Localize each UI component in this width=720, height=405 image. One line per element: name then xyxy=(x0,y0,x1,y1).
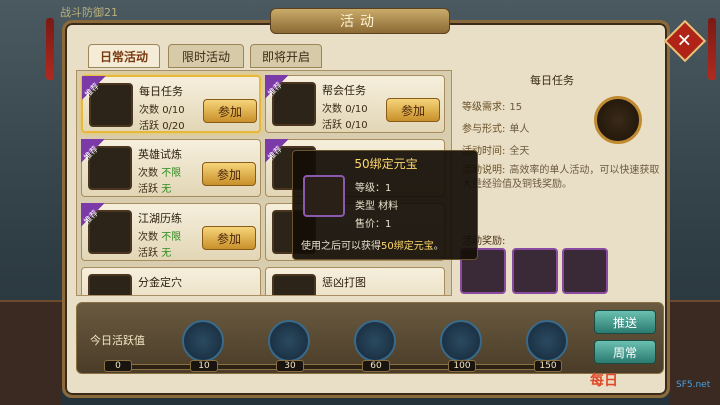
activity-count: 次数 不限 xyxy=(138,232,182,243)
activity-card-chengxiong[interactable]: 惩凶打图 次数 xyxy=(265,267,445,295)
weekly-button[interactable]: 周常 xyxy=(594,340,656,364)
fenjin-icon xyxy=(88,274,132,295)
milestone-label: 100 xyxy=(448,360,476,372)
activity-name: 每日任务 xyxy=(139,85,183,98)
watermark-text: 每日 xyxy=(590,373,618,389)
milestone-10-icon[interactable] xyxy=(182,320,224,362)
milestone-label: 0 xyxy=(104,360,132,372)
milestone-60-icon[interactable] xyxy=(354,320,396,362)
tooltip-desc: 使用之后可以获得50绑定元宝。 xyxy=(301,241,444,252)
activity-card-guild-task[interactable]: 推荐 帮会任务 次数 0/10 活跃 0/10 参加 xyxy=(265,75,445,133)
activity-name: 帮会任务 xyxy=(322,84,366,97)
activity-count: 次数 0/10 xyxy=(139,105,185,116)
activity-card-hero-trial[interactable]: 推荐 英雄试炼 次数 不限 活跃 无 参加 xyxy=(81,139,261,197)
detail-title: 每日任务 xyxy=(530,74,574,87)
hud-top-text: 战斗防御21 xyxy=(60,6,118,19)
join-button[interactable]: 参加 xyxy=(203,99,257,123)
window-title: 活动 xyxy=(270,8,450,34)
tassel-left-icon xyxy=(46,18,54,80)
reward-chest-icon[interactable] xyxy=(562,248,608,294)
tassel-right-icon xyxy=(708,18,716,80)
tooltip-title: 50绑定元宝 xyxy=(354,157,418,171)
recommend-badge: 推荐 xyxy=(81,139,105,163)
activity-name: 分金定穴 xyxy=(138,276,182,289)
activity-name: 英雄试炼 xyxy=(138,148,182,161)
recommend-badge: 推荐 xyxy=(82,76,106,100)
detail-form: 参与形式: 单人 xyxy=(462,124,530,135)
activity-label: 今日活跃值 xyxy=(90,334,145,347)
activity-active: 活跃 0/20 xyxy=(139,121,185,132)
join-button[interactable]: 参加 xyxy=(386,98,440,122)
activity-card-daily-task[interactable]: 推荐 每日任务 次数 0/10 活跃 0/20 参加 xyxy=(81,75,261,133)
milestone-label: 30 xyxy=(276,360,304,372)
activity-count: 次数 xyxy=(138,292,158,295)
activity-count: 次数 0/10 xyxy=(322,104,368,115)
activity-name: 江湖历练 xyxy=(138,212,182,225)
activity-active: 活跃 0/10 xyxy=(322,120,368,131)
milestone-100-icon[interactable] xyxy=(440,320,482,362)
activity-name: 惩凶打图 xyxy=(322,276,366,289)
detail-desc: 活动说明: 高效率的单人活动，可以快速获取大量经验值及铜钱奖励。 xyxy=(462,165,660,190)
activity-card-jianghu[interactable]: 推荐 江湖历练 次数 不限 活跃 无 参加 xyxy=(81,203,261,261)
milestone-150-icon[interactable] xyxy=(526,320,568,362)
milestone-30-icon[interactable] xyxy=(268,320,310,362)
background-roof-left xyxy=(0,300,62,405)
milestone-label: 10 xyxy=(190,360,218,372)
milestone-label: 60 xyxy=(362,360,390,372)
activity-count: 次数 xyxy=(322,292,342,295)
watermark-site: SF5.net xyxy=(676,380,711,390)
close-button[interactable]: ✕ xyxy=(663,19,707,63)
join-button[interactable]: 参加 xyxy=(202,226,256,250)
activity-track xyxy=(118,364,558,370)
tooltip-level: 等级：1 xyxy=(355,183,392,194)
activity-active: 活跃 无 xyxy=(138,248,172,259)
detail-level: 等级需求: 15 xyxy=(462,102,523,113)
tab-limited[interactable]: 限时活动 xyxy=(168,44,244,68)
tooltip-type: 类型 材料 xyxy=(355,201,399,212)
gold-ingot-icon xyxy=(303,175,345,217)
join-button[interactable]: 参加 xyxy=(202,162,256,186)
activity-active: 活跃 无 xyxy=(138,184,172,195)
recommend-badge: 推荐 xyxy=(81,203,105,227)
reward-coins-icon[interactable] xyxy=(512,248,558,294)
tab-upcoming[interactable]: 即将开启 xyxy=(250,44,322,68)
close-icon: ✕ xyxy=(677,30,693,52)
milestone-label: 150 xyxy=(534,360,562,372)
tab-daily[interactable]: 日常活动 xyxy=(88,44,160,68)
recommend-badge: 推荐 xyxy=(265,139,289,163)
chengxiong-icon xyxy=(272,274,316,295)
push-button[interactable]: 推送 xyxy=(594,310,656,334)
item-tooltip: 50绑定元宝 等级：1 类型 材料 售价：1 使用之后可以获得50绑定元宝。 xyxy=(292,150,478,260)
activity-card-fenjin[interactable]: 分金定穴 次数 xyxy=(81,267,261,295)
game-screen: 战斗防御21 活动 ✕ 日常活动 限时活动 即将开启 推荐 每日任务 次数 0/… xyxy=(0,0,720,405)
daily-task-large-icon xyxy=(594,96,642,144)
tooltip-price: 售价：1 xyxy=(355,219,392,230)
recommend-badge: 推荐 xyxy=(265,75,289,99)
activity-count: 次数 不限 xyxy=(138,168,182,179)
